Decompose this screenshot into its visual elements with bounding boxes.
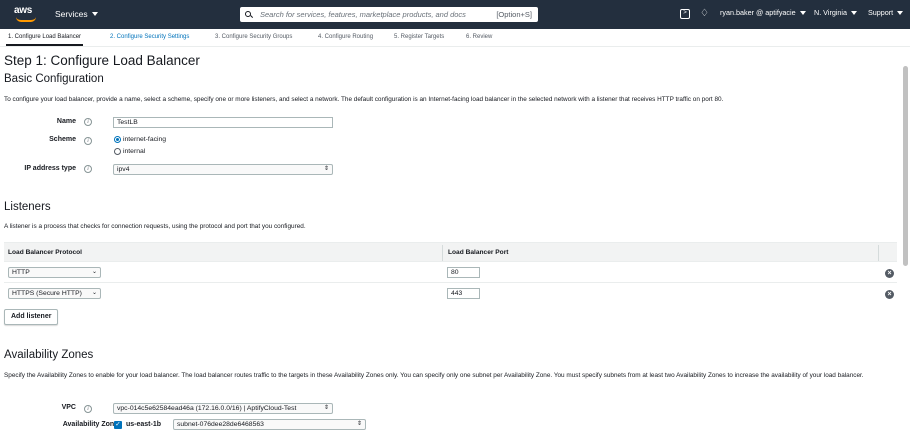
- step-configure-security-settings[interactable]: 2. Configure Security Settings: [110, 34, 189, 40]
- search-shortcut: [Option+S]: [496, 10, 532, 19]
- availability-zones-heading: Availability Zones: [4, 349, 94, 361]
- vpc-value: vpc-014c5e62584ead46a (172.16.0.0/16) | …: [117, 405, 297, 412]
- vpc-label: VPC: [61, 404, 76, 411]
- aws-logo[interactable]: aws: [14, 5, 40, 25]
- aws-logo-text: aws: [14, 5, 33, 16]
- select-arrows-icon: ⇕: [356, 421, 362, 427]
- column-header-port[interactable]: Load Balancer Port: [448, 249, 508, 256]
- search-input[interactable]: Search for services, features, marketpla…: [240, 7, 538, 22]
- step-register-targets[interactable]: 5. Register Targets: [394, 34, 444, 40]
- select-arrows-icon: ⇕: [323, 405, 329, 411]
- zone-name: us-east-1b: [126, 421, 162, 428]
- zone-checkbox[interactable]: ✓: [114, 421, 122, 429]
- listeners-description: A listener is a process that checks for …: [4, 223, 306, 230]
- search-placeholder: Search for services, features, marketpla…: [260, 10, 466, 19]
- info-icon[interactable]: i: [84, 165, 92, 173]
- name-field[interactable]: TestLB: [113, 117, 333, 128]
- scheme-radio-internal[interactable]: internal: [114, 148, 145, 155]
- remove-listener-icon[interactable]: ×: [885, 290, 894, 299]
- column-divider: [442, 245, 443, 261]
- ip-address-type-select[interactable]: ipv4 ⇕: [113, 164, 333, 175]
- page-title: Step 1: Configure Load Balancer: [4, 53, 200, 68]
- region-label: N. Virginia: [814, 8, 848, 17]
- listener-port-field[interactable]: 443: [447, 288, 480, 299]
- vpc-select[interactable]: vpc-014c5e62584ead46a (172.16.0.0/16) | …: [113, 403, 333, 414]
- support-label: Support: [868, 8, 894, 17]
- info-icon[interactable]: i: [84, 137, 92, 145]
- aws-smile-icon: [16, 17, 36, 22]
- services-menu[interactable]: Services: [55, 9, 98, 19]
- info-icon[interactable]: i: [84, 405, 92, 413]
- add-listener-button[interactable]: Add listener: [4, 309, 59, 325]
- search-icon: [245, 10, 254, 19]
- caret-down-icon: [91, 12, 98, 16]
- listener-protocol-value: HTTP: [12, 269, 30, 276]
- caret-down-icon: [799, 10, 806, 15]
- radio-selected-icon: [114, 136, 121, 143]
- region-menu[interactable]: N. Virginia: [814, 8, 858, 17]
- scrollbar[interactable]: [903, 66, 908, 266]
- support-menu[interactable]: Support: [868, 8, 904, 17]
- subnet-select[interactable]: subnet-076dee28de6468563 ⇕: [173, 419, 366, 430]
- listeners-heading: Listeners: [4, 201, 51, 213]
- step-configure-load-balancer[interactable]: 1. Configure Load Balancer: [5, 34, 84, 46]
- info-icon[interactable]: i: [84, 118, 92, 126]
- step-configure-routing[interactable]: 4. Configure Routing: [318, 34, 373, 40]
- availability-zones-label: Availability Zones: [62, 421, 122, 428]
- listener-port-field[interactable]: 80: [447, 267, 480, 278]
- availability-zones-description: Specify the Availability Zones to enable…: [4, 372, 864, 379]
- chevron-down-icon: ⌄: [91, 290, 97, 296]
- remove-listener-icon[interactable]: ×: [885, 269, 894, 278]
- basic-configuration-description: To configure your load balancer, provide…: [4, 96, 724, 103]
- step-configure-security-groups[interactable]: 3. Configure Security Groups: [215, 34, 292, 40]
- listener-protocol-select[interactable]: HTTP ⌄: [8, 267, 101, 278]
- account-menu[interactable]: ryan.baker @ aptifyacie: [720, 8, 806, 17]
- select-arrows-icon: ⇕: [323, 166, 329, 172]
- column-divider: [878, 245, 879, 261]
- account-label: ryan.baker @ aptifyacie: [720, 8, 796, 17]
- caret-down-icon: [897, 10, 904, 15]
- ip-address-type-label: IP address type: [24, 165, 76, 172]
- scheme-radio-internet-facing[interactable]: internet-facing: [114, 136, 166, 143]
- column-header-protocol[interactable]: Load Balancer Protocol: [8, 249, 82, 256]
- listeners-table-header: Load Balancer Protocol Load Balancer Por…: [4, 242, 897, 262]
- cloudshell-icon[interactable]: >: [680, 9, 690, 19]
- row-divider: [4, 282, 897, 283]
- scheme-label: Scheme: [49, 136, 76, 143]
- ip-address-type-value: ipv4: [117, 166, 130, 173]
- listener-protocol-value: HTTPS (Secure HTTP): [12, 290, 82, 297]
- chevron-down-icon: ⌄: [91, 269, 97, 275]
- basic-configuration-heading: Basic Configuration: [4, 73, 104, 85]
- radio-unselected-icon: [114, 148, 121, 155]
- bell-icon[interactable]: ♢: [700, 8, 709, 19]
- wizard-steps: 1. Configure Load Balancer 2. Configure …: [0, 29, 910, 47]
- services-label: Services: [55, 9, 88, 19]
- top-nav-bar: aws Services Search for services, featur…: [0, 0, 910, 29]
- scheme-option-label: internal: [123, 148, 146, 155]
- step-review[interactable]: 6. Review: [466, 34, 492, 40]
- subnet-value: subnet-076dee28de6468563: [177, 421, 264, 428]
- name-label: Name: [56, 118, 76, 125]
- listener-protocol-select[interactable]: HTTPS (Secure HTTP) ⌄: [8, 288, 101, 299]
- caret-down-icon: [851, 10, 858, 15]
- scheme-option-label: internet-facing: [123, 136, 167, 143]
